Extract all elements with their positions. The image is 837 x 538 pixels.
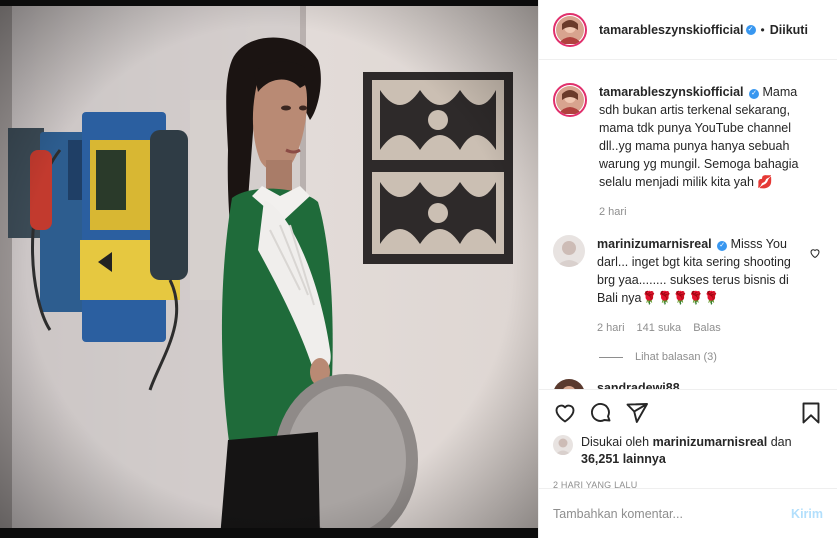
heart-icon[interactable] — [553, 401, 577, 425]
post-comment-button[interactable]: Kirim — [791, 507, 823, 521]
reply-button[interactable]: Balas — [693, 319, 721, 337]
replies-divider — [599, 356, 623, 358]
comment-emoji: 🌹🌹🌹🌹🌹 — [641, 291, 720, 305]
comment-input[interactable] — [553, 506, 792, 521]
caption-emoji: 💋 — [757, 175, 773, 189]
separator-dot: • — [760, 22, 765, 37]
caption-text: Mama sdh bukan artis terkenal sekarang, … — [599, 85, 799, 189]
commenter-avatar[interactable] — [553, 379, 585, 389]
verified-icon: ✓ — [717, 241, 728, 251]
post-panel: tamarableszynskiofficial ✓ • Diikuti tam… — [538, 0, 837, 538]
commenter-username[interactable]: marinizumarnisreal — [597, 237, 712, 251]
liked-by-label: Disukai oleh — [581, 435, 650, 449]
comment-like-count[interactable]: 141 suka — [637, 319, 682, 337]
caption-username[interactable]: tamarableszynskiofficial — [599, 85, 744, 99]
post-image[interactable] — [0, 0, 538, 538]
comment-item: sandradewi88 — [553, 379, 823, 389]
likes-connector: dan — [770, 435, 792, 449]
comment-time[interactable]: 2 hari — [597, 319, 625, 337]
comment-icon[interactable] — [589, 401, 613, 425]
bookmark-icon[interactable] — [799, 401, 823, 425]
verified-icon: ✓ — [745, 24, 756, 35]
caption-time[interactable]: 2 hari — [599, 203, 627, 221]
likes-summary: Disukai oleh marinizumarnisreal dan 36,2… — [553, 434, 823, 468]
following-button[interactable]: Diikuti — [770, 23, 808, 37]
commenter-avatar[interactable] — [553, 235, 585, 267]
author-username[interactable]: tamarableszynskiofficial — [599, 23, 744, 37]
liker-avatar[interactable] — [553, 435, 573, 455]
comment-item: marinizumarnisreal ✓ Misss You darl... i… — [553, 235, 823, 337]
author-avatar[interactable] — [553, 12, 587, 47]
post-header: tamarableszynskiofficial ✓ • Diikuti — [539, 0, 837, 60]
view-replies-label: Lihat balasan (3) — [635, 351, 717, 363]
liker-username[interactable]: marinizumarnisreal — [653, 435, 768, 449]
share-icon[interactable] — [625, 401, 649, 425]
action-bar: Disukai oleh marinizumarnisreal dan 36,2… — [539, 389, 837, 490]
comments-list[interactable]: tamarableszynskiofficial ✓ Mama sdh buka… — [539, 61, 837, 389]
view-replies-button[interactable]: Lihat balasan (3) — [599, 351, 823, 363]
caption: tamarableszynskiofficial ✓ Mama sdh buka… — [553, 83, 823, 221]
author-avatar[interactable] — [553, 83, 587, 117]
comment-heart-icon[interactable] — [809, 247, 821, 259]
likes-count[interactable]: 36,251 lainnya — [581, 452, 666, 466]
add-comment-bar: Kirim — [539, 488, 837, 538]
verified-icon: ✓ — [749, 89, 759, 99]
commenter-username[interactable]: sandradewi88 — [597, 381, 680, 389]
